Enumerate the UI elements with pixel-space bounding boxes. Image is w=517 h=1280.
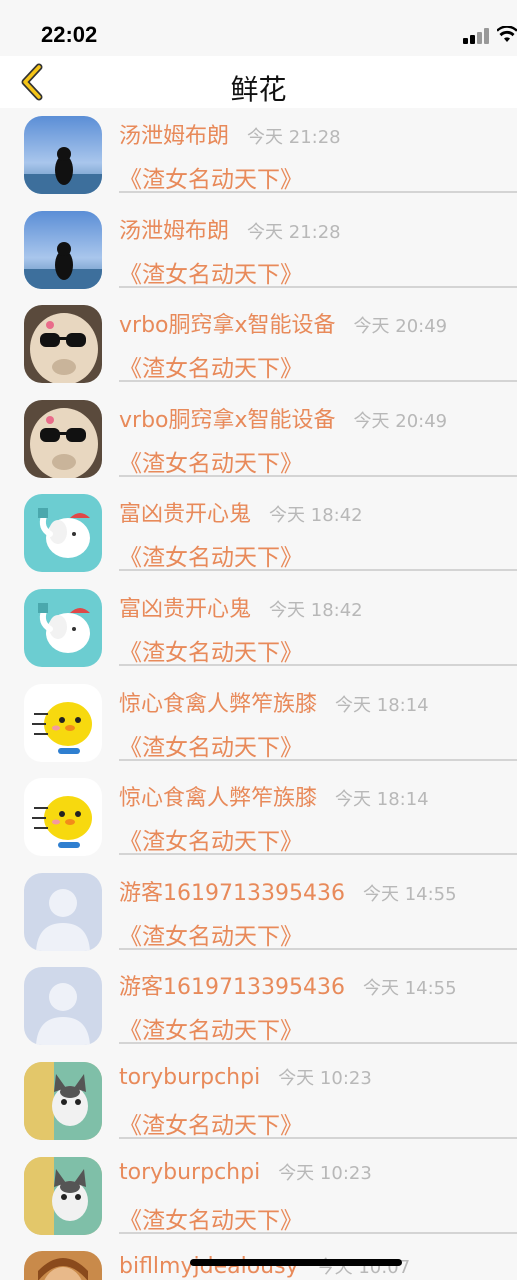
timestamp: 今天 18:14 [335,789,429,811]
divider [119,1231,517,1234]
message-text: 《渣女名动天下》 [119,261,303,288]
avatar[interactable] [24,1061,102,1140]
timestamp: 今天 10:23 [278,1162,372,1184]
wifi-icon [496,25,517,48]
divider [119,947,517,950]
user-name[interactable]: vrbo胴窍拿x智能设备 [119,307,336,339]
timestamp: 今天 20:49 [353,316,448,338]
list-item[interactable]: toryburpchpi 今天 10:23 《渣女名动天下》 [0,1155,517,1250]
name-line: 惊心食禽人弊笮族膝 今天 18:14 [119,686,429,718]
list-item[interactable]: vrbo胴窍拿x智能设备 今天 20:49 《渣女名动天下》 [0,398,517,493]
page-title: 鲜花 [230,73,287,106]
avatar[interactable] [24,683,102,762]
list-item[interactable]: 富凶贵开心鬼 今天 18:42 《渣女名动天下》 [0,492,517,587]
name-line: 汤泄姆布朗 今天 21:28 [119,213,341,245]
avatar[interactable] [24,967,102,1046]
list-item[interactable]: 汤泄姆布朗 今天 21:28 《渣女名动天下》 [0,209,517,304]
divider [119,569,517,572]
avatar[interactable] [24,116,102,194]
name-line: toryburpchpi 今天 10:23 [119,1064,372,1090]
list-item[interactable]: 惊心食禽人弊笮族膝 今天 18:14 《渣女名动天下》 [0,682,517,777]
message-text: 《渣女名动天下》 [119,545,303,572]
name-line: 富凶贵开心鬼 今天 18:42 [119,591,363,623]
message-text: 《渣女名动天下》 [119,1018,303,1045]
name-line: toryburpchpi 今天 10:23 [119,1159,372,1185]
user-name[interactable]: bifllmyjdealousy [119,1254,299,1279]
user-name[interactable]: 游客1619713395436 [119,875,345,907]
user-name[interactable]: 富凶贵开心鬼 [119,496,251,528]
timestamp: 今天 18:14 [335,694,429,716]
status-bar: 22:02 [0,0,517,56]
name-line: 汤泄姆布朗 今天 21:28 [119,118,341,150]
user-name[interactable]: toryburpchpi [119,1065,260,1090]
list-item[interactable]: toryburpchpi 今天 10:23 《渣女名动天下》 [0,1060,517,1155]
timestamp: 今天 20:49 [353,410,448,432]
avatar[interactable] [24,399,102,478]
user-name[interactable]: 汤泄姆布朗 [119,213,229,245]
timestamp: 今天 21:28 [247,127,341,148]
signal-icon [463,28,491,48]
message-text: 《渣女名动天下》 [119,356,303,383]
name-line: bifllmyjdealousy 今天 10:07 [119,1253,410,1279]
divider [119,1136,517,1139]
timestamp: 今天 10:07 [316,1257,411,1279]
avatar[interactable] [24,305,102,384]
timestamp: 今天 14:55 [362,978,457,1000]
divider [119,380,517,383]
name-line: 游客1619713395436 今天 14:55 [119,875,457,907]
home-indicator [190,1259,402,1266]
user-name[interactable]: 惊心食禽人弊笮族膝 [119,780,317,812]
user-name[interactable]: vrbo胴窍拿x智能设备 [119,402,336,434]
message-text: 《渣女名动天下》 [119,1207,303,1234]
list-item[interactable]: 富凶贵开心鬼 今天 18:42 《渣女名动天下》 [0,587,517,682]
divider [119,758,517,761]
avatar[interactable] [24,1251,102,1280]
avatar[interactable] [24,494,102,573]
message-text: 《渣女名动天下》 [119,450,303,477]
user-name[interactable]: toryburpchpi [119,1160,260,1185]
list-item[interactable]: 游客1619713395436 今天 14:55 《渣女名动天下》 [0,965,517,1060]
divider [119,1042,517,1045]
divider [119,285,517,288]
divider [119,191,517,193]
divider [119,474,517,477]
list-item[interactable]: 汤泄姆布朗 今天 21:28 《渣女名动天下》 [0,114,517,209]
timestamp: 今天 21:28 [247,221,341,243]
timestamp: 今天 18:42 [269,505,363,527]
avatar[interactable] [24,872,102,951]
message-text: 《渣女名动天下》 [119,1112,303,1139]
avatar[interactable] [24,588,102,667]
message-text: 《渣女名动天下》 [119,829,303,856]
user-name[interactable]: 汤泄姆布朗 [119,118,229,150]
avatar[interactable] [24,778,102,857]
nav-bar: 鲜花 [0,56,517,108]
message-text: 《渣女名动天下》 [119,734,303,761]
message-text: 《渣女名动天下》 [119,167,303,193]
name-line: vrbo胴窍拿x智能设备 今天 20:49 [119,402,447,434]
timestamp: 今天 18:42 [269,599,363,621]
divider [119,663,517,666]
message-text: 《渣女名动天下》 [119,923,303,950]
list-item[interactable]: vrbo胴窍拿x智能设备 今天 20:49 《渣女名动天下》 [0,303,517,398]
name-line: 惊心食禽人弊笮族膝 今天 18:14 [119,780,429,812]
message-list: 汤泄姆布朗 今天 21:28 《渣女名动天下》 汤泄姆布朗 今天 21:28 《… [0,114,517,1280]
user-name[interactable]: 惊心食禽人弊笮族膝 [119,686,317,718]
timestamp: 今天 14:55 [362,883,457,905]
status-time: 22:02 [41,22,98,47]
user-name[interactable]: 游客1619713395436 [119,969,345,1001]
name-line: 富凶贵开心鬼 今天 18:42 [119,496,363,528]
avatar[interactable] [24,210,102,289]
timestamp: 今天 10:23 [278,1067,372,1089]
name-line: vrbo胴窍拿x智能设备 今天 20:49 [119,307,447,339]
avatar[interactable] [24,1156,102,1235]
user-name[interactable]: 富凶贵开心鬼 [119,591,251,623]
message-text: 《渣女名动天下》 [119,639,303,666]
list-item[interactable]: 惊心食禽人弊笮族膝 今天 18:14 《渣女名动天下》 [0,776,517,871]
divider [119,853,517,856]
list-item[interactable]: 游客1619713395436 今天 14:55 《渣女名动天下》 [0,871,517,966]
name-line: 游客1619713395436 今天 14:55 [119,969,457,1001]
